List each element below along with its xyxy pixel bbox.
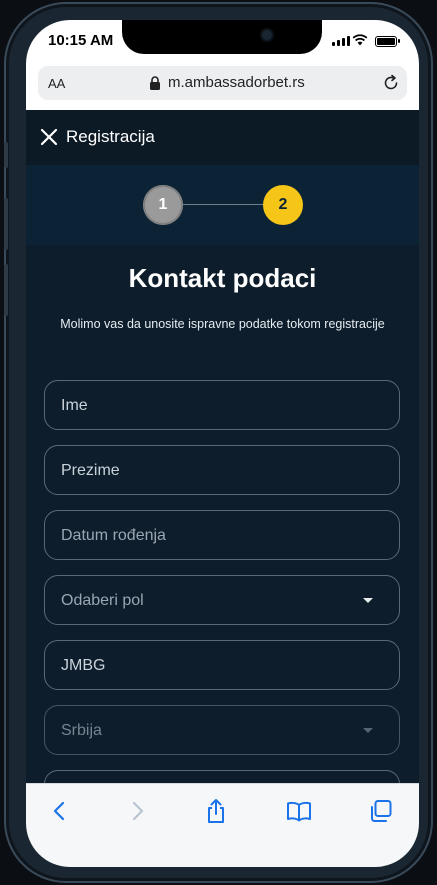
- share-icon[interactable]: [203, 798, 229, 824]
- page-subtitle: Molimo vas da unosite ispravne podatke t…: [60, 317, 385, 331]
- reload-icon[interactable]: [382, 74, 400, 92]
- step-1[interactable]: 1: [143, 185, 183, 225]
- volume-down-button: [4, 264, 8, 316]
- lock-icon: [150, 76, 160, 90]
- browser-address-area: AA m.ambassadorbet.rs: [26, 66, 419, 110]
- jmbg-placeholder: JMBG: [61, 657, 106, 674]
- front-camera: [262, 30, 272, 40]
- bookmarks-icon[interactable]: [286, 798, 312, 824]
- country-select[interactable]: Srbija: [44, 705, 400, 755]
- status-time: 10:15 AM: [48, 32, 114, 49]
- birth-date-placeholder: Datum rođenja: [61, 527, 166, 544]
- chevron-down-icon: [363, 598, 373, 603]
- forward-icon[interactable]: [124, 798, 150, 824]
- address-bar[interactable]: AA m.ambassadorbet.rs: [38, 66, 407, 100]
- first-name-field[interactable]: Ime: [44, 380, 400, 430]
- page-title: Kontakt podaci: [128, 263, 317, 293]
- close-icon[interactable]: [40, 128, 58, 146]
- gender-placeholder: Odaberi pol: [61, 592, 144, 609]
- country-value: Srbija: [61, 722, 102, 739]
- jmbg-field[interactable]: JMBG: [44, 640, 400, 690]
- birth-date-field[interactable]: Datum rođenja: [44, 510, 400, 560]
- wifi-icon: [352, 34, 368, 46]
- notch: [122, 20, 322, 54]
- registration-stepper: 1 2: [26, 165, 419, 245]
- browser-toolbar: [26, 783, 419, 867]
- app-bar: Registracija: [26, 110, 419, 165]
- page-content: Registracija 1 2 Kontakt podaci Molimo v…: [26, 110, 419, 783]
- next-field-partial[interactable]: [44, 770, 400, 783]
- text-size-button[interactable]: AA: [48, 76, 65, 91]
- url-text[interactable]: m.ambassadorbet.rs: [168, 74, 305, 91]
- volume-up-button: [4, 198, 8, 250]
- screen: 10:15 AM AA m.ambassadorbet.rs Registrac…: [26, 20, 419, 867]
- first-name-placeholder: Ime: [61, 397, 88, 414]
- gender-select[interactable]: Odaberi pol: [44, 575, 400, 625]
- signal-icon: [332, 36, 350, 46]
- last-name-placeholder: Prezime: [61, 462, 120, 479]
- phone-frame: 10:15 AM AA m.ambassadorbet.rs Registrac…: [4, 2, 433, 883]
- app-bar-title: Registracija: [66, 127, 155, 146]
- step-2-active[interactable]: 2: [263, 185, 303, 225]
- back-icon[interactable]: [47, 798, 73, 824]
- last-name-field[interactable]: Prezime: [44, 445, 400, 495]
- mute-switch: [4, 142, 8, 168]
- battery-icon: [375, 36, 400, 47]
- chevron-down-icon: [363, 728, 373, 733]
- tabs-icon[interactable]: [368, 798, 394, 824]
